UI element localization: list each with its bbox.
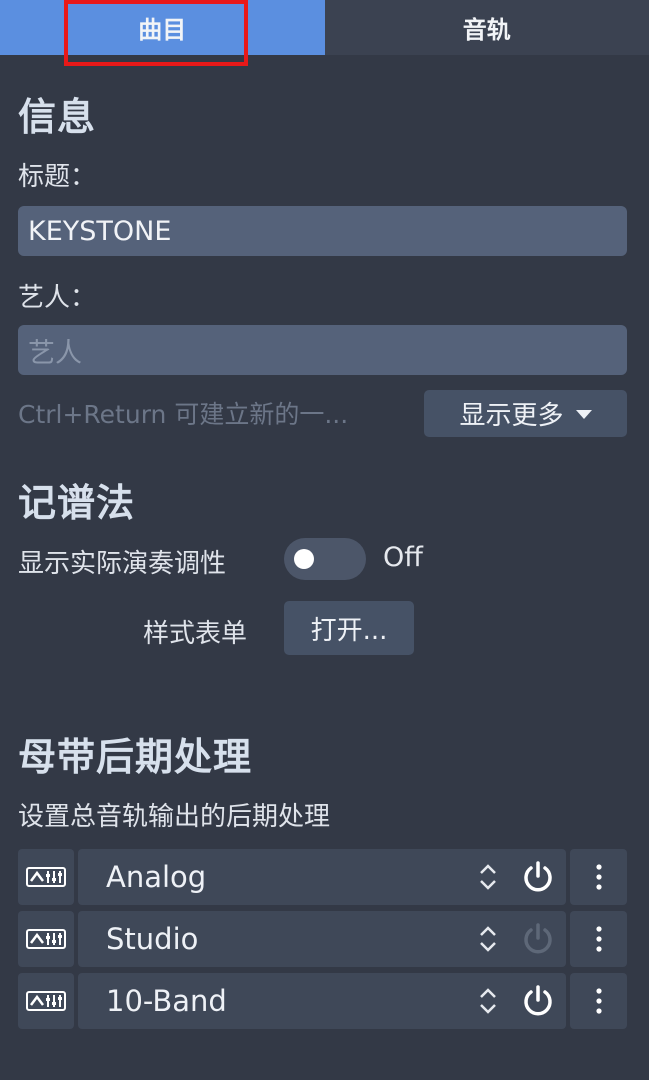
power-icon	[523, 923, 552, 954]
effect-power-button-studio[interactable]	[509, 911, 566, 967]
effect-menu-button-analog[interactable]	[570, 849, 627, 905]
effect-row-analog: Analog	[18, 849, 627, 905]
mastering-heading: 母带后期处理	[18, 735, 253, 779]
title-field[interactable]: KEYSTONE	[18, 206, 627, 256]
effect-name: 10-Band	[106, 984, 227, 1018]
new-line-hint: Ctrl+Return 可建立新的一...	[18, 400, 349, 429]
effect-device-icon	[26, 991, 66, 1011]
title-field-value: KEYSTONE	[28, 215, 172, 247]
effect-name: Analog	[106, 860, 207, 894]
show-more-label: 显示更多	[459, 401, 564, 431]
effect-select-studio[interactable]: Studio	[78, 911, 524, 967]
effect-menu-button-studio[interactable]	[570, 911, 627, 967]
artist-field[interactable]: 艺人	[18, 325, 627, 375]
more-vertical-icon	[595, 864, 602, 890]
concert-pitch-label: 显示实际演奏调性	[18, 549, 227, 579]
power-icon	[523, 861, 552, 892]
more-vertical-icon	[595, 926, 602, 952]
show-more-button[interactable]: 显示更多	[424, 390, 627, 437]
effect-icon-cell[interactable]	[18, 849, 74, 905]
effect-icon-cell[interactable]	[18, 973, 74, 1029]
artist-label: 艺人：	[18, 283, 97, 313]
effect-power-button-10-band[interactable]	[509, 973, 566, 1029]
mastering-description: 设置总音轨输出的后期处理	[18, 802, 331, 832]
style-sheet-label: 样式表单	[143, 619, 248, 649]
effect-select-10-band[interactable]: 10-Band	[78, 973, 524, 1029]
open-button-label: 打开...	[310, 615, 388, 646]
power-icon	[523, 985, 552, 1016]
toggle-knob	[294, 549, 314, 569]
effect-device-icon	[26, 867, 66, 887]
concert-pitch-toggle[interactable]	[284, 538, 366, 580]
effect-menu-button-10-band[interactable]	[570, 973, 627, 1029]
tab-tracks[interactable]: 音轨	[325, 0, 649, 55]
effect-power-button-analog[interactable]	[509, 849, 566, 905]
tab-bar: 曲目 音轨	[0, 0, 649, 55]
effect-name: Studio	[106, 922, 199, 956]
notation-heading: 记谱法	[18, 481, 136, 525]
artist-field-placeholder: 艺人	[28, 337, 82, 369]
up-down-chevron-icon	[480, 926, 496, 952]
effect-device-icon	[26, 929, 66, 949]
up-down-chevron-icon	[480, 864, 496, 890]
tab-score[interactable]: 曲目	[0, 0, 325, 55]
tab-score-label: 曲目	[138, 16, 187, 44]
effect-select-analog[interactable]: Analog	[78, 849, 524, 905]
more-vertical-icon	[595, 988, 602, 1014]
tab-tracks-label: 音轨	[462, 16, 511, 44]
effect-icon-cell[interactable]	[18, 911, 74, 967]
title-label: 标题：	[18, 162, 97, 192]
effect-row-10-band: 10-Band	[18, 973, 627, 1029]
open-style-sheet-button[interactable]: 打开...	[284, 601, 414, 655]
effect-row-studio: Studio	[18, 911, 627, 967]
up-down-chevron-icon	[480, 988, 496, 1014]
concert-pitch-state: Off	[383, 542, 423, 573]
info-heading: 信息	[18, 95, 97, 139]
chevron-down-icon	[575, 410, 592, 419]
